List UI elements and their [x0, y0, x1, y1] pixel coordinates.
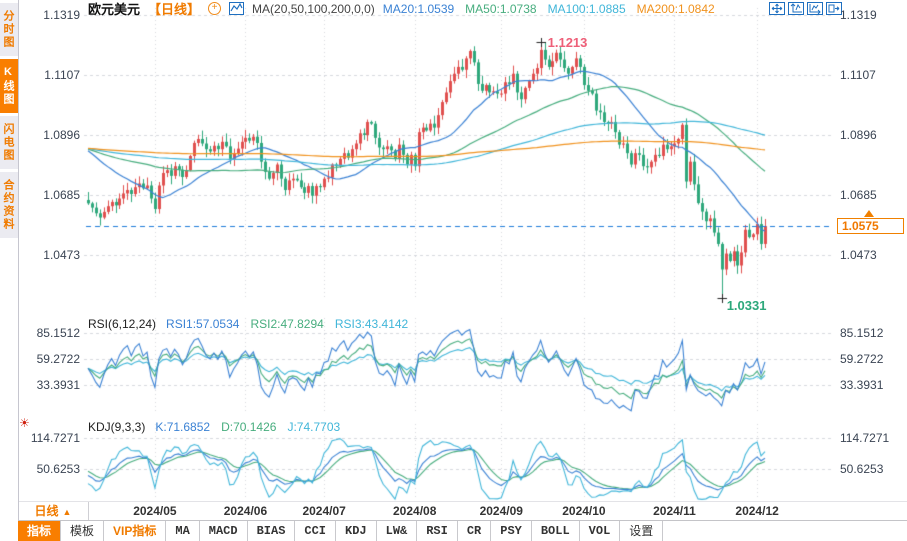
sidebar-item-3[interactable]: 闪电图 — [0, 116, 18, 169]
x-axis-label: 2024/06 — [223, 504, 268, 518]
ma-value: MA50:1.0738 — [465, 1, 537, 16]
y-axis-label: 1.1107 — [840, 68, 876, 83]
toolbar-tab-KDJ[interactable]: KDJ — [336, 521, 377, 541]
y-axis-label: 114.7271 — [840, 431, 890, 445]
toolbar-tab-指标[interactable]: 指标 — [18, 521, 62, 541]
last-price-tag: 1.0575 — [837, 218, 904, 234]
kdj-values: K:71.6852 D:70.1426 J:74.7703 — [155, 420, 340, 434]
y-axis-label: 50.6253 — [840, 462, 884, 476]
high-price-annotation: 1.1213 — [547, 35, 588, 51]
period-label: 日线 — [34, 504, 59, 518]
y-axis-label: 1.0896 — [43, 128, 80, 142]
chart-type-sidebar: 分时图 K线图闪电图合约资料 — [0, 0, 19, 520]
x-axis-label: 2024/10 — [562, 504, 606, 518]
chart-header: 欧元美元 【日线】 + MA(20,50,100,200,0,0) MA20:1.… — [88, 1, 715, 18]
y-axis-label: 33.3931 — [36, 378, 80, 392]
y-axis-label: 1.1319 — [43, 8, 80, 22]
indicator-toolbar: 指标 模板 VIP指标 MA MACD BIAS CCI KDJ LW& RSI CR PSY BOLL… — [18, 520, 907, 541]
ma-value: MA100:1.0885 — [547, 1, 626, 16]
x-axis-label: 2024/07 — [302, 504, 346, 518]
price-chart-canvas[interactable] — [0, 0, 907, 541]
y-axis-label: 59.2722 — [840, 351, 884, 366]
toolbar-tab-BIAS[interactable]: BIAS — [248, 521, 296, 541]
kdj-value: J:74.7703 — [287, 420, 341, 434]
toolbar-tab-设置[interactable]: 设置 — [620, 521, 664, 541]
scale-y-axis-icon[interactable] — [788, 2, 804, 15]
y-axis-label: 1.0685 — [43, 187, 80, 202]
kdj-panel-header: KDJ(9,3,3) K:71.6852 D:70.1426 J:74.7703 — [88, 420, 340, 434]
rsi-value: RSI2:47.8294 — [250, 317, 324, 331]
ma-settings-label: MA(20,50,100,200,0,0) — [252, 1, 375, 16]
scale-x-axis-icon[interactable] — [807, 2, 823, 15]
pan-crosshair-icon[interactable] — [769, 2, 785, 15]
sidebar-item-1[interactable]: 分时图 — [0, 3, 18, 56]
x-axis-label: 2024/09 — [479, 504, 523, 518]
kdj-title: KDJ(9,3,3) — [88, 420, 146, 434]
y-axis-label: 114.7271 — [30, 431, 80, 445]
x-axis-label: 2024/11 — [653, 504, 696, 518]
chart-toolbar-icons — [769, 2, 842, 15]
add-indicator-icon[interactable]: + — [208, 2, 222, 15]
toolbar-tab-PSY[interactable]: PSY — [491, 521, 532, 541]
x-axis-label: 2024/05 — [133, 504, 177, 518]
y-axis-label: 85.1512 — [840, 326, 884, 340]
y-axis-label: 1.0685 — [840, 187, 877, 202]
toolbar-tab-BOLL[interactable]: BOLL — [532, 521, 580, 541]
toolbar-tab-MACD[interactable]: MACD — [200, 521, 248, 541]
y-axis-label: 1.1107 — [44, 68, 80, 83]
y-axis-label: 1.0473 — [43, 248, 80, 262]
kdj-value: D:70.1426 — [221, 420, 277, 434]
x-axis-label: 2024/12 — [735, 504, 779, 518]
hot-indicator-icon: ☀ — [19, 416, 30, 430]
period-selector-button[interactable]: 日线 ▲ — [18, 502, 89, 521]
y-axis-label: 59.2722 — [36, 351, 80, 366]
rsi-value: RSI3:43.4142 — [334, 317, 409, 331]
x-axis-row: 日线 ▲ 2024/05 2024/06 2024/07 2024/08 2024/09 2… — [18, 501, 907, 521]
rsi-values: RSI1:57.0534 RSI2:47.8294 RSI3:43.4142 — [166, 317, 408, 331]
y-axis-label: 33.3931 — [840, 378, 884, 392]
ma-values: MA20:1.0539 MA50:1.0738 MA100:1.0885 MA200:… — [383, 2, 715, 16]
last-price-value: 1.0575 — [842, 219, 879, 233]
toolbar-tab-模板[interactable]: 模板 — [61, 521, 105, 541]
kdj-value: K:71.6852 — [155, 420, 211, 434]
toolbar-tab-CR[interactable]: CR — [458, 521, 492, 541]
y-axis-label: 1.0473 — [840, 248, 877, 262]
rsi-title: RSI(6,12,24) — [88, 317, 157, 331]
toolbar-tab-LW&[interactable]: LW& — [377, 521, 418, 541]
y-axis-label: 1.0896 — [840, 128, 877, 142]
toolbar-tab-RSI[interactable]: RSI — [417, 521, 458, 541]
y-axis-label: 85.1512 — [36, 326, 80, 340]
rsi-panel-header: RSI(6,12,24) RSI1:57.0534 RSI2:47.8294 RSI… — [88, 317, 408, 331]
toolbar-tab-CCI[interactable]: CCI — [295, 521, 337, 541]
sidebar-item-4[interactable]: 合约资料 — [0, 172, 18, 238]
x-axis-label: 2024/08 — [392, 504, 437, 518]
price-direction-arrow — [864, 210, 874, 217]
symbol-name: 欧元美元 — [88, 2, 141, 17]
chevron-up-icon: ▲ — [62, 507, 72, 517]
toolbar-tab-VIP指标[interactable]: VIP指标 — [104, 521, 167, 541]
toolbar-tab-VOL[interactable]: VOL — [580, 521, 621, 541]
period-tag: 【日线】 — [148, 2, 201, 17]
toolbar-tab-MA[interactable]: MA — [166, 521, 200, 541]
ma-value: MA200:1.0842 — [636, 1, 715, 16]
ma-value: MA20:1.0539 — [382, 1, 455, 16]
low-price-annotation: 1.0331 — [726, 298, 767, 314]
trading-chart-app: 分时图 K线图闪电图合约资料 欧元美元 【日线】 + MA(20,50,100,20… — [0, 0, 907, 541]
y-axis-label: 50.6253 — [36, 462, 80, 476]
rsi-value: RSI1:57.0534 — [166, 317, 240, 331]
y-axis-label: 1.1319 — [840, 8, 877, 22]
mini-chart-icon[interactable] — [229, 2, 245, 15]
sidebar-item-2[interactable]: K线图 — [0, 59, 18, 113]
